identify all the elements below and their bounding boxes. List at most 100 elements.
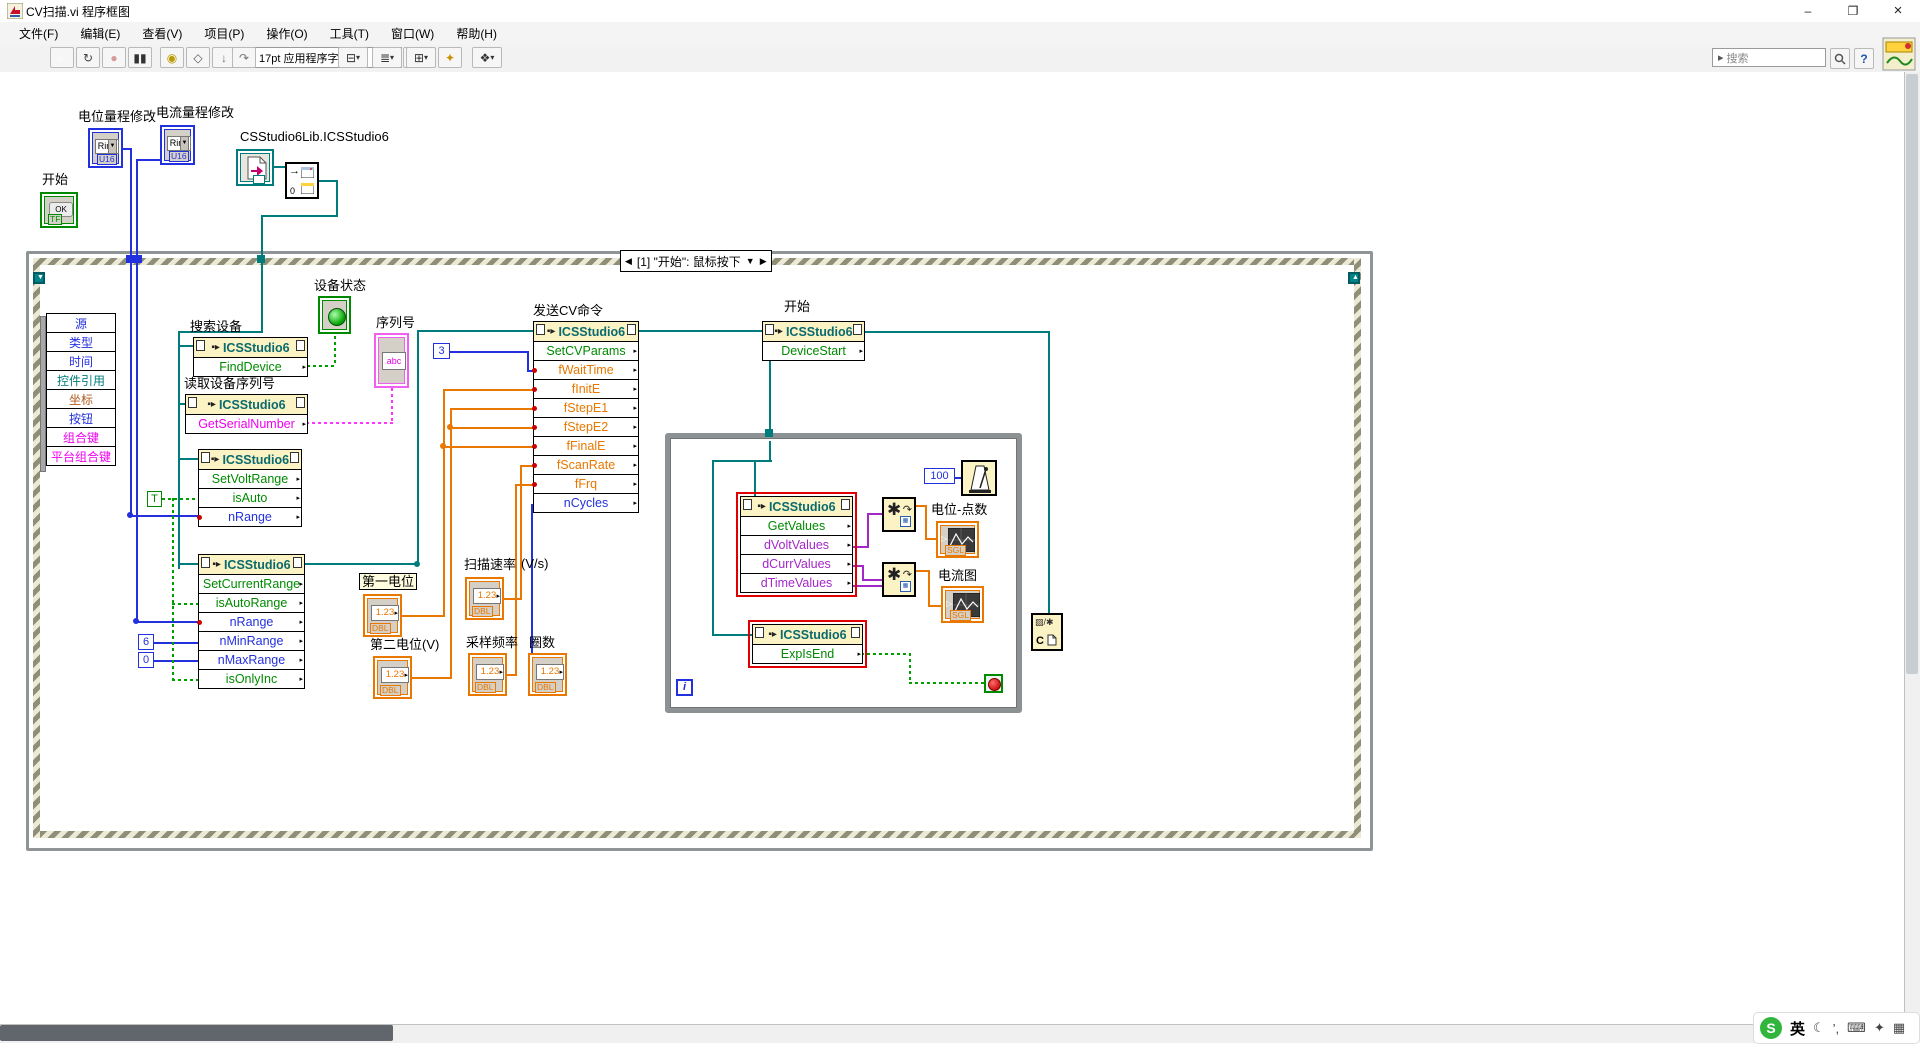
numeric-constant-100[interactable]: 100 bbox=[924, 468, 955, 484]
vertical-scrollbar-thumb[interactable] bbox=[1906, 74, 1918, 674]
highlight-execution-button[interactable]: ◉ bbox=[160, 47, 184, 68]
build-xy-graph-node-2[interactable]: ✱↷▦ bbox=[882, 562, 916, 597]
set-volt-range-row-nRange[interactable]: nRange▸ bbox=[198, 508, 302, 527]
event-case-next-arrow[interactable]: ▶ bbox=[760, 256, 767, 267]
search-input[interactable]: ▸ 搜索 bbox=[1712, 48, 1826, 67]
icsstudio6-class-constant[interactable] bbox=[236, 149, 274, 186]
numeric-constant-6[interactable]: 6 bbox=[138, 634, 154, 650]
start-boolean-terminal[interactable]: OKTF bbox=[40, 192, 78, 228]
serial-number-string-terminal[interactable]: abc bbox=[374, 333, 409, 388]
wait-ms-multiple-node[interactable] bbox=[961, 460, 997, 496]
loop-iteration-terminal[interactable]: i bbox=[676, 679, 693, 696]
sampling-frequency-control[interactable]: 1.23▸DBL bbox=[468, 653, 507, 696]
tunnel[interactable] bbox=[134, 255, 142, 263]
ime-language-mode[interactable]: 英 bbox=[1790, 1018, 1805, 1039]
abort-button[interactable]: ● bbox=[102, 47, 126, 68]
get-values-row-dCurrValues[interactable]: dCurrValues▸ bbox=[740, 555, 853, 574]
voltage-range-ring-control[interactable]: Ring▼U16 bbox=[88, 128, 123, 168]
menu-item-2[interactable]: 查看(V) bbox=[133, 23, 191, 44]
set-cv-params-node[interactable]: ▪▸ICSStudio6SetCVParams▸fWaitTime▸fInitE… bbox=[533, 321, 639, 513]
menu-item-5[interactable]: 工具(T) bbox=[321, 23, 378, 44]
get-values-row-dVoltValues[interactable]: dVoltValues▸ bbox=[740, 536, 853, 555]
menu-item-4[interactable]: 操作(O) bbox=[257, 23, 316, 44]
get-values-node[interactable]: ▪▸ICSStudio6GetValues▸dVoltValues▸dCurrV… bbox=[740, 496, 853, 593]
close-button[interactable]: × bbox=[1876, 0, 1920, 22]
exp-is-end-row-ExpIsEnd[interactable]: ExpIsEnd▸ bbox=[752, 645, 863, 664]
set-volt-range-row-SetVoltRange[interactable]: SetVoltRange▸ bbox=[198, 470, 302, 489]
exp-is-end-node[interactable]: ▪▸ICSStudio6ExpIsEnd▸ bbox=[752, 624, 863, 664]
scan-rate-control[interactable]: 1.23▸DBL bbox=[465, 577, 504, 620]
numeric-constant-0[interactable]: 0 bbox=[138, 652, 154, 668]
close-reference-node[interactable]: ▨/✱C bbox=[1031, 613, 1063, 651]
set-cv-params-row-fInitE[interactable]: fInitE▸ bbox=[533, 380, 639, 399]
cycles-control[interactable]: 1.23▸DBL bbox=[528, 653, 567, 696]
build-xy-graph-node-1[interactable]: ✱↷▦ bbox=[882, 497, 916, 532]
set-cv-params-row-fFinalE[interactable]: fFinalE▸ bbox=[533, 437, 639, 456]
ime-icon-3[interactable]: ✦ bbox=[1874, 1020, 1885, 1036]
event-structure-border-right[interactable] bbox=[1354, 258, 1361, 838]
ime-icon-1[interactable]: ’, bbox=[1833, 1021, 1840, 1036]
distribute-objects-dropdown[interactable]: ≣ ▾ bbox=[372, 47, 402, 68]
get-serial-number-row-GetSerialNumber[interactable]: GetSerialNumber▸ bbox=[185, 415, 308, 434]
potential-points-graph-terminal[interactable]: ▷SGL bbox=[936, 521, 979, 558]
device-status-led-terminal[interactable] bbox=[318, 296, 351, 334]
numeric-constant-3[interactable]: 3 bbox=[433, 343, 450, 359]
current-graph-terminal[interactable]: ▷SGL bbox=[941, 586, 984, 623]
set-current-range-node[interactable]: ▪▸ICSStudio6SetCurrentRange▸isAutoRange▸… bbox=[198, 554, 305, 689]
ime-icon-2[interactable]: ⌨ bbox=[1847, 1020, 1866, 1036]
set-cv-params-row-fScanRate[interactable]: fScanRate▸ bbox=[533, 456, 639, 475]
get-values-row-GetValues[interactable]: GetValues▸ bbox=[740, 517, 853, 536]
context-help-icon[interactable]: ? bbox=[1854, 48, 1874, 69]
tunnel[interactable] bbox=[257, 255, 265, 263]
resize-objects-dropdown[interactable]: ⊞ ▾ bbox=[406, 47, 436, 68]
set-current-range-row-isOnlyInc[interactable]: isOnlyInc▸ bbox=[198, 670, 305, 689]
sogou-logo-icon[interactable]: S bbox=[1760, 1017, 1782, 1039]
step-over-button[interactable]: ↷ bbox=[232, 47, 256, 68]
search-icon[interactable] bbox=[1830, 48, 1850, 69]
run-continuous-button[interactable]: ↻ bbox=[76, 47, 100, 68]
device-start-row-DeviceStart[interactable]: DeviceStart▸ bbox=[762, 342, 865, 361]
event-structure-border-left[interactable] bbox=[33, 258, 40, 838]
minimize-button[interactable]: – bbox=[1786, 0, 1830, 22]
current-range-ring-control[interactable]: Ring▼U16 bbox=[160, 125, 195, 165]
find-device-row-FindDevice[interactable]: FindDevice▸ bbox=[193, 358, 308, 377]
set-volt-range-node[interactable]: ▪▸ICSStudio6SetVoltRange▸isAuto▸nRange▸ bbox=[198, 449, 302, 527]
shift-register-left[interactable]: ▼ bbox=[33, 272, 45, 284]
device-start-node[interactable]: ▪▸ICSStudio6DeviceStart▸ bbox=[762, 321, 865, 361]
tunnel[interactable] bbox=[765, 429, 773, 437]
get-values-row-dTimeValues[interactable]: dTimeValues▸ bbox=[740, 574, 853, 593]
horizontal-scrollbar-thumb[interactable] bbox=[0, 1025, 393, 1041]
automation-open-node[interactable]: →0 bbox=[285, 162, 319, 199]
set-cv-params-row-SetCVParams[interactable]: SetCVParams▸ bbox=[533, 342, 639, 361]
run-button[interactable]: ▶ bbox=[50, 47, 74, 68]
menu-item-3[interactable]: 项目(P) bbox=[195, 23, 253, 44]
set-volt-range-row-isAuto[interactable]: isAuto▸ bbox=[198, 489, 302, 508]
align-objects-dropdown[interactable]: ⊟ ▾ bbox=[338, 47, 368, 68]
reorder-dropdown[interactable]: ❖ ▾ bbox=[472, 47, 502, 68]
ime-icon-0[interactable]: ☾ bbox=[1813, 1020, 1825, 1036]
first-potential-control[interactable]: 1.23▸DBL bbox=[363, 594, 402, 637]
set-cv-params-row-fStepE2[interactable]: fStepE2▸ bbox=[533, 418, 639, 437]
event-case-prev-arrow[interactable]: ◀ bbox=[625, 256, 632, 267]
menu-item-7[interactable]: 帮助(H) bbox=[447, 23, 506, 44]
pause-button[interactable]: ▮▮ bbox=[128, 47, 152, 68]
set-current-range-row-nRange[interactable]: nRange▸ bbox=[198, 613, 305, 632]
shift-register-right[interactable]: ▲ bbox=[1348, 272, 1360, 284]
vi-icon[interactable] bbox=[1882, 37, 1916, 71]
set-current-range-row-nMinRange[interactable]: nMinRange▸ bbox=[198, 632, 305, 651]
numeric-constant-T[interactable]: T bbox=[147, 491, 162, 507]
set-cv-params-row-nCycles[interactable]: nCycles▸ bbox=[533, 494, 639, 513]
set-current-range-row-isAutoRange[interactable]: isAutoRange▸ bbox=[198, 594, 305, 613]
loop-condition-terminal[interactable] bbox=[984, 674, 1003, 693]
set-cv-params-row-fFrq[interactable]: fFrq▸ bbox=[533, 475, 639, 494]
retain-wire-values-button[interactable]: ◇ bbox=[186, 47, 210, 68]
menu-item-6[interactable]: 窗口(W) bbox=[382, 23, 443, 44]
set-cv-params-row-fWaitTime[interactable]: fWaitTime▸ bbox=[533, 361, 639, 380]
set-cv-params-row-fStepE1[interactable]: fStepE1▸ bbox=[533, 399, 639, 418]
tunnel[interactable] bbox=[126, 255, 134, 263]
menu-item-0[interactable]: 文件(F) bbox=[10, 23, 67, 44]
second-potential-control[interactable]: 1.23▸DBL bbox=[373, 656, 412, 699]
find-device-node[interactable]: ▪▸ICSStudio6FindDevice▸ bbox=[193, 337, 308, 377]
maximize-button[interactable]: ❐ bbox=[1831, 0, 1875, 22]
event-case-selector[interactable]: ◀ [1] "开始": 鼠标按下 ▼ ▶ bbox=[620, 250, 772, 272]
